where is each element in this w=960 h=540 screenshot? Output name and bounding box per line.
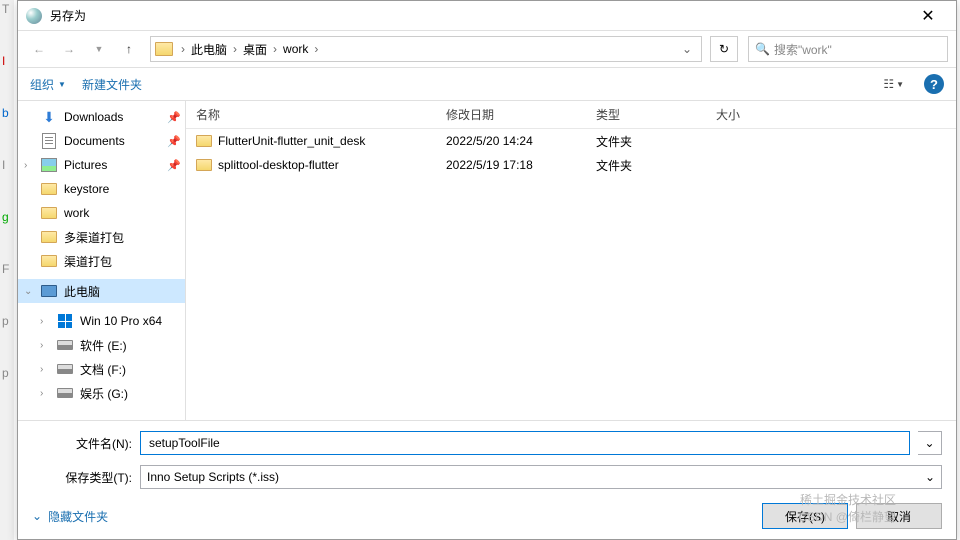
- back-button[interactable]: ←: [26, 36, 52, 62]
- sidebar-drive-win10[interactable]: ›Win 10 Pro x64: [18, 309, 185, 333]
- drive-icon: [56, 361, 74, 377]
- windows-icon: [56, 313, 74, 329]
- sidebar-item-downloads[interactable]: ⬇Downloads📌: [18, 105, 185, 129]
- editor-gutter: TIbIgFpp: [0, 0, 14, 540]
- pin-icon: 📌: [167, 159, 181, 172]
- folder-icon: [40, 205, 58, 221]
- sidebar-drive-g[interactable]: ›娱乐 (G:): [18, 381, 185, 405]
- sidebar-item-pictures[interactable]: ›Pictures📌: [18, 153, 185, 177]
- organize-menu[interactable]: 组织▼: [30, 76, 66, 93]
- sidebar-this-pc[interactable]: ⌄此电脑: [18, 279, 185, 303]
- header-name[interactable]: 名称: [186, 106, 436, 123]
- sidebar-drive-e[interactable]: ›软件 (E:): [18, 333, 185, 357]
- drive-icon: [56, 337, 74, 353]
- header-size[interactable]: 大小: [706, 106, 796, 123]
- pictures-icon: [40, 157, 58, 173]
- save-as-dialog: 另存为 ✕ ← → ▼ ↑ › 此电脑 › 桌面 › work › ⌄ ↻ 🔍 …: [17, 0, 957, 540]
- chevron-down-icon: ⌄: [32, 509, 42, 523]
- address-dropdown[interactable]: ⌄: [677, 42, 697, 56]
- new-folder-button[interactable]: 新建文件夹: [82, 76, 142, 93]
- folder-icon: [40, 181, 58, 197]
- forward-button[interactable]: →: [56, 36, 82, 62]
- toolbar: 组织▼ 新建文件夹 ☷▼ ?: [18, 67, 956, 101]
- file-row[interactable]: splittool-desktop-flutter 2022/5/19 17:1…: [186, 153, 956, 177]
- sidebar-item-multi[interactable]: 多渠道打包: [18, 225, 185, 249]
- sidebar-item-keystore[interactable]: keystore: [18, 177, 185, 201]
- download-icon: ⬇: [40, 109, 58, 125]
- sidebar-drive-f[interactable]: ›文档 (F:): [18, 357, 185, 381]
- up-button[interactable]: ↑: [116, 36, 142, 62]
- hide-folders-toggle[interactable]: ⌄隐藏文件夹: [32, 508, 108, 525]
- drive-icon: [56, 385, 74, 401]
- search-icon: 🔍: [755, 42, 770, 56]
- close-button[interactable]: ✕: [908, 2, 948, 30]
- help-button[interactable]: ?: [924, 74, 944, 94]
- filetype-combo[interactable]: Inno Setup Scripts (*.iss)⌄: [140, 465, 942, 489]
- recent-dropdown[interactable]: ▼: [86, 36, 112, 62]
- sidebar-item-documents[interactable]: Documents📌: [18, 129, 185, 153]
- search-input[interactable]: 🔍 搜索"work": [748, 36, 948, 62]
- file-row[interactable]: FlutterUnit-flutter_unit_desk 2022/5/20 …: [186, 129, 956, 153]
- sidebar-item-work[interactable]: work: [18, 201, 185, 225]
- titlebar: 另存为 ✕: [18, 1, 956, 31]
- folder-icon: [196, 135, 212, 147]
- crumb-desktop[interactable]: 桌面: [239, 39, 271, 60]
- address-bar[interactable]: › 此电脑 › 桌面 › work › ⌄: [150, 36, 702, 62]
- header-date[interactable]: 修改日期: [436, 106, 586, 123]
- folder-icon: [196, 159, 212, 171]
- window-title: 另存为: [50, 7, 908, 24]
- save-button[interactable]: 保存(S): [762, 503, 848, 529]
- pin-icon: 📌: [167, 135, 181, 148]
- crumb-work[interactable]: work: [279, 40, 312, 58]
- file-pane: 名称 修改日期 类型 大小 FlutterUnit-flutter_unit_d…: [186, 101, 956, 420]
- view-options-button[interactable]: ☷▼: [879, 75, 908, 93]
- header-type[interactable]: 类型: [586, 106, 706, 123]
- folder-icon: [40, 229, 58, 245]
- footer: 文件名(N): ⌄ 保存类型(T): Inno Setup Scripts (*…: [18, 420, 956, 539]
- nav-bar: ← → ▼ ↑ › 此电脑 › 桌面 › work › ⌄ ↻ 🔍 搜索"wor…: [18, 31, 956, 67]
- filename-input[interactable]: [140, 431, 910, 455]
- app-icon: [26, 8, 42, 24]
- document-icon: [40, 133, 58, 149]
- pc-icon: [40, 283, 58, 299]
- sidebar: ⬇Downloads📌 Documents📌 ›Pictures📌 keysto…: [18, 101, 186, 420]
- folder-icon: [155, 42, 173, 56]
- sidebar-item-channel[interactable]: 渠道打包: [18, 249, 185, 273]
- folder-icon: [40, 253, 58, 269]
- column-headers: 名称 修改日期 类型 大小: [186, 101, 956, 129]
- filetype-label: 保存类型(T):: [32, 469, 132, 486]
- breadcrumb: › 此电脑 › 桌面 › work ›: [179, 39, 677, 60]
- pin-icon: 📌: [167, 111, 181, 124]
- refresh-button[interactable]: ↻: [710, 36, 738, 62]
- filename-label: 文件名(N):: [32, 435, 132, 452]
- cancel-button[interactable]: 取消: [856, 503, 942, 529]
- crumb-this-pc[interactable]: 此电脑: [187, 39, 231, 60]
- filename-dropdown[interactable]: ⌄: [918, 431, 942, 455]
